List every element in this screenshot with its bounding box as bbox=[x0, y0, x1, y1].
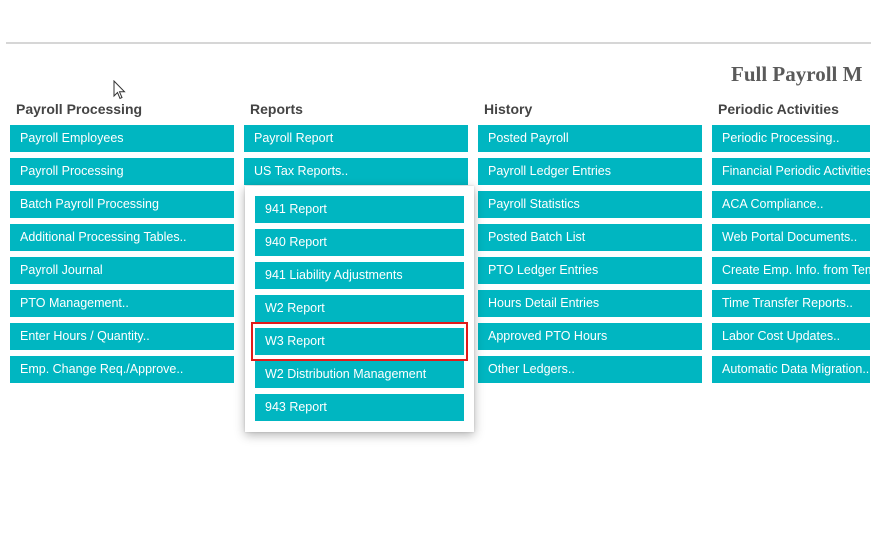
flyout-item-w3-report[interactable]: W3 Report bbox=[255, 328, 464, 355]
tile-aca-compliance[interactable]: ACA Compliance.. bbox=[712, 191, 870, 218]
column-header: Reports bbox=[250, 101, 303, 117]
tile-other-ledgers[interactable]: Other Ledgers.. bbox=[478, 356, 702, 383]
tile-additional-processing-tables[interactable]: Additional Processing Tables.. bbox=[10, 224, 234, 251]
tile-payroll-ledger-entries[interactable]: Payroll Ledger Entries bbox=[478, 158, 702, 185]
us-tax-reports-flyout: 941 Report 940 Report 941 Liability Adju… bbox=[245, 186, 474, 432]
tile-payroll-journal[interactable]: Payroll Journal bbox=[10, 257, 234, 284]
flyout-item-w2-distribution-management[interactable]: W2 Distribution Management bbox=[255, 361, 464, 388]
tile-payroll-statistics[interactable]: Payroll Statistics bbox=[478, 191, 702, 218]
page-title: Full Payroll M bbox=[731, 62, 863, 86]
tile-payroll-processing[interactable]: Payroll Processing bbox=[10, 158, 234, 185]
column-header: Payroll Processing bbox=[16, 101, 143, 117]
column-payroll-processing: Payroll Processing Payroll Employees Pay… bbox=[10, 101, 234, 389]
tile-us-tax-reports[interactable]: US Tax Reports.. bbox=[244, 158, 468, 185]
tile-enter-hours-quantity[interactable]: Enter Hours / Quantity.. bbox=[10, 323, 234, 350]
tile-pto-ledger-entries[interactable]: PTO Ledger Entries bbox=[478, 257, 702, 284]
tile-payroll-employees[interactable]: Payroll Employees bbox=[10, 125, 234, 152]
tile-create-emp-info-from-temp[interactable]: Create Emp. Info. from Temp bbox=[712, 257, 870, 284]
tile-emp-change-req-approve[interactable]: Emp. Change Req./Approve.. bbox=[10, 356, 234, 383]
tile-batch-payroll-processing[interactable]: Batch Payroll Processing bbox=[10, 191, 234, 218]
flyout-item-940-report[interactable]: 940 Report bbox=[255, 229, 464, 256]
mouse-cursor-icon bbox=[113, 80, 126, 100]
column-header: Periodic Activities bbox=[718, 101, 839, 117]
tile-automatic-data-migration[interactable]: Automatic Data Migration.. bbox=[712, 356, 870, 383]
tile-payroll-report[interactable]: Payroll Report bbox=[244, 125, 468, 152]
flyout-item-941-liability-adjustments[interactable]: 941 Liability Adjustments bbox=[255, 262, 464, 289]
flyout-item-943-report[interactable]: 943 Report bbox=[255, 394, 464, 421]
flyout-item-941-report[interactable]: 941 Report bbox=[255, 196, 464, 223]
top-divider bbox=[6, 42, 871, 44]
column-header: History bbox=[484, 101, 533, 117]
flyout-item-w2-report[interactable]: W2 Report bbox=[255, 295, 464, 322]
column-history: History Posted Payroll Payroll Ledger En… bbox=[478, 101, 702, 389]
tile-posted-payroll[interactable]: Posted Payroll bbox=[478, 125, 702, 152]
tile-financial-periodic-activities[interactable]: Financial Periodic Activities.. bbox=[712, 158, 870, 185]
tile-posted-batch-list[interactable]: Posted Batch List bbox=[478, 224, 702, 251]
tile-hours-detail-entries[interactable]: Hours Detail Entries bbox=[478, 290, 702, 317]
tile-pto-management[interactable]: PTO Management.. bbox=[10, 290, 234, 317]
tile-web-portal-documents[interactable]: Web Portal Documents.. bbox=[712, 224, 870, 251]
tile-periodic-processing[interactable]: Periodic Processing.. bbox=[712, 125, 870, 152]
tile-time-transfer-reports[interactable]: Time Transfer Reports.. bbox=[712, 290, 870, 317]
column-periodic-activities: Periodic Activities Periodic Processing.… bbox=[712, 101, 871, 389]
tile-approved-pto-hours[interactable]: Approved PTO Hours bbox=[478, 323, 702, 350]
tile-labor-cost-updates[interactable]: Labor Cost Updates.. bbox=[712, 323, 870, 350]
column-reports: Reports Payroll Report US Tax Reports.. bbox=[244, 101, 468, 191]
